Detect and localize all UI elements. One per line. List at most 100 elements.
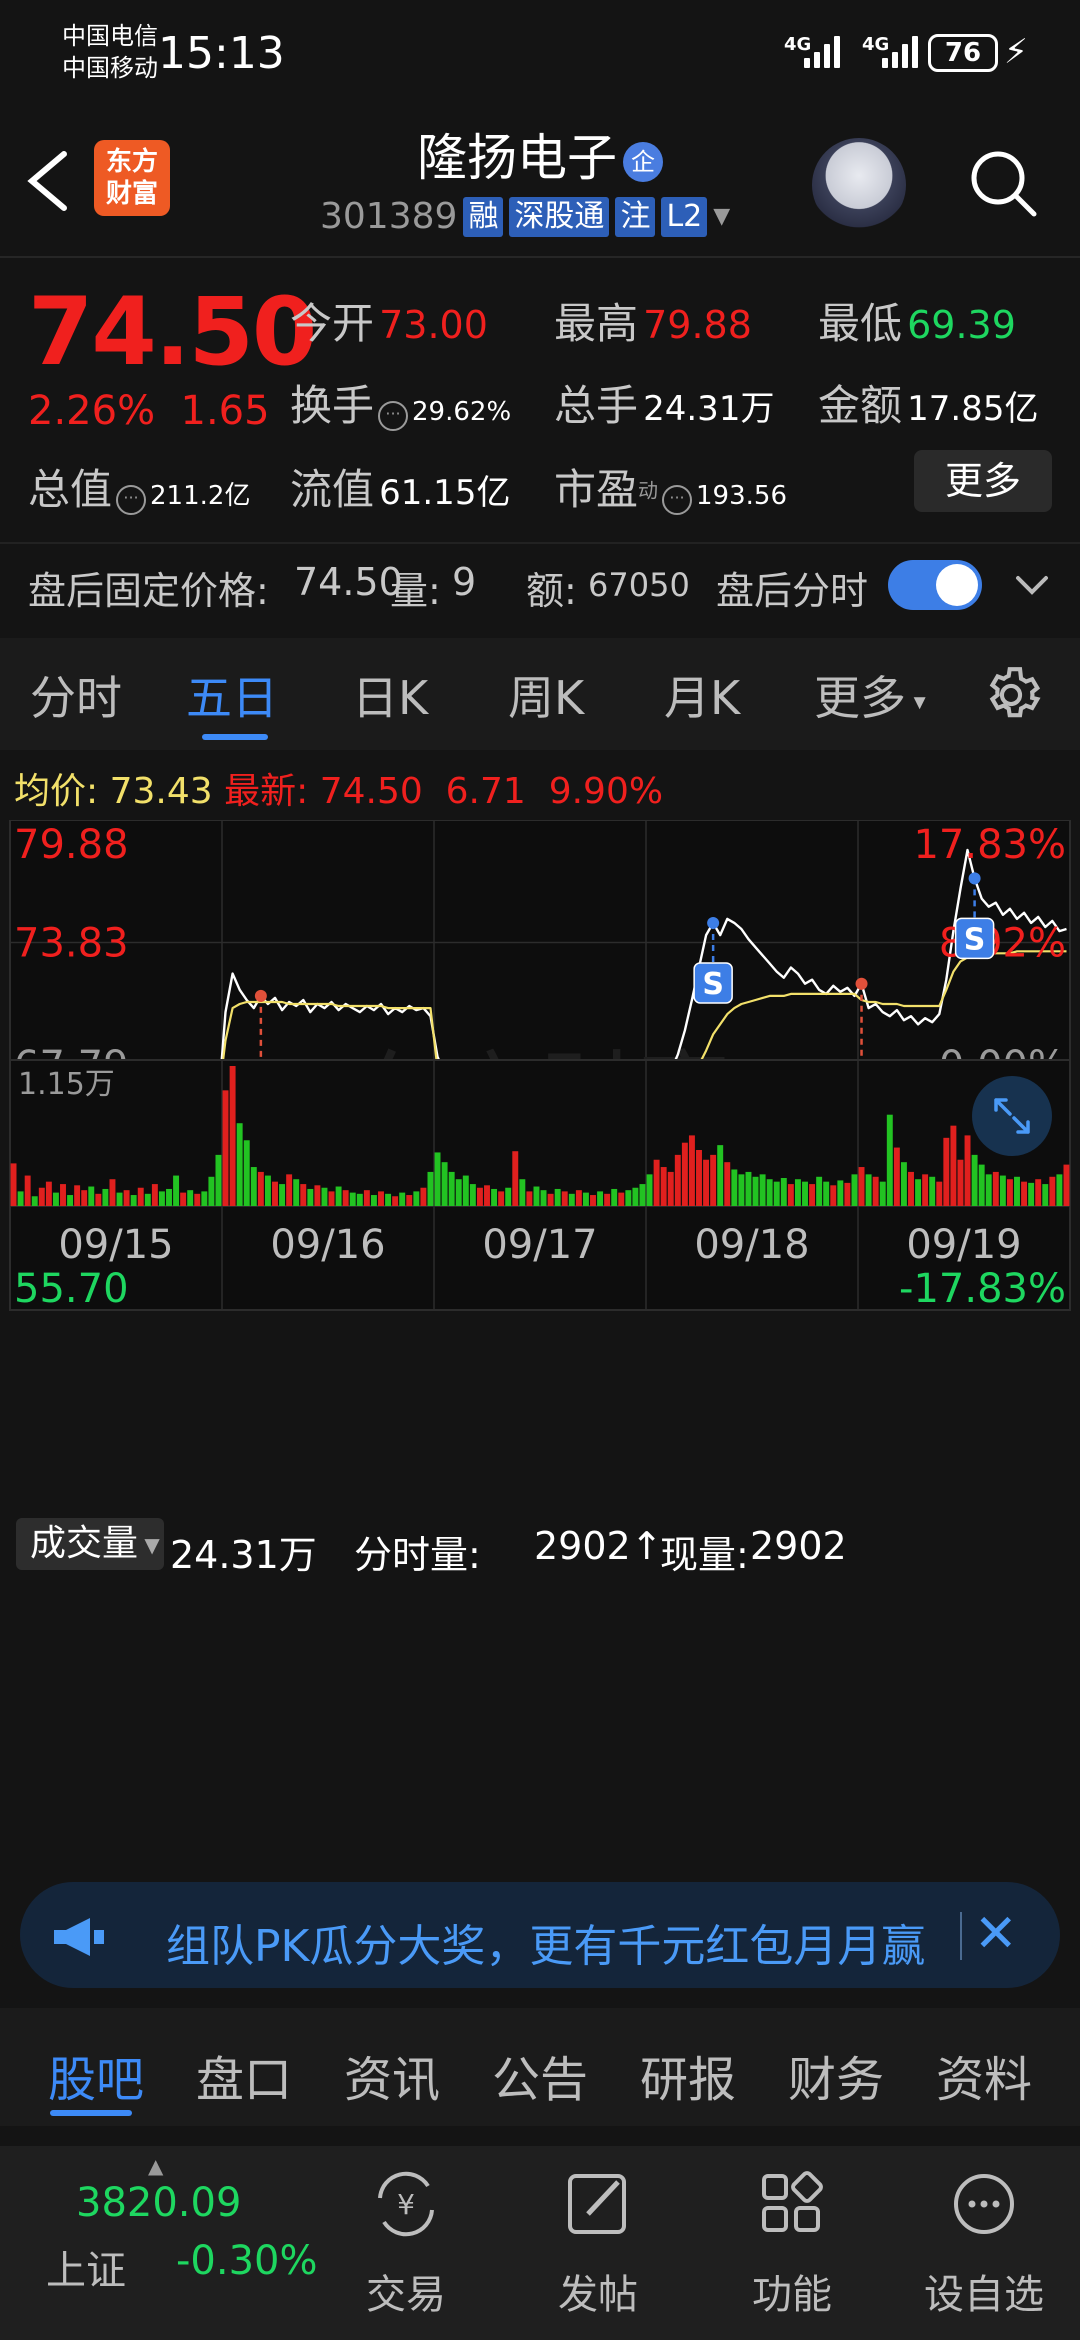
tab-intraday[interactable]: 分时 [30, 662, 122, 728]
after-hours-price: 74.50 [294, 560, 403, 604]
date-axis-label: 09/15 [58, 1222, 173, 1268]
volume-bar [448, 1171, 455, 1206]
volume-value: 24.31万 [643, 389, 775, 429]
tab-profile[interactable]: 资料 [936, 2040, 1032, 2110]
tick-volume-value: 2902↑ [534, 1524, 663, 1568]
high-value: 79.88 [643, 303, 752, 347]
volume-bar [703, 1159, 710, 1206]
promo-banner-text[interactable]: 组队PK瓜分大奖，更有千元红包月月赢 [166, 1910, 946, 1974]
date-axis-label: 09/17 [482, 1222, 597, 1268]
info-icon[interactable]: ··· [378, 400, 409, 431]
back-icon[interactable] [24, 148, 70, 214]
percent-axis-label: -17.83% [899, 1266, 1066, 1312]
volume-dropdown-label: 成交量 [30, 1523, 139, 1564]
divider [0, 542, 1080, 544]
info-icon[interactable]: ··· [116, 484, 147, 515]
volume-bar [321, 1187, 328, 1206]
five-day-chart[interactable]: 东方财富79.8817.83%73.838.92%67.790.00%61.75… [0, 820, 1080, 1870]
volume-bar [484, 1185, 490, 1206]
volume-bar [858, 1167, 865, 1206]
volume-bar [392, 1196, 399, 1206]
stock-title: 隆扬电子企 [300, 118, 780, 190]
latest-label: 最新: [224, 771, 309, 812]
nav-post[interactable]: 发帖 [518, 2262, 678, 2320]
volume-bar [166, 1188, 172, 1206]
volume-bar [137, 1187, 144, 1206]
after-hours-qty: 9 [452, 560, 477, 604]
nav-watchlist[interactable]: 设自选 [904, 2262, 1064, 2320]
float-label: 流值 [290, 465, 375, 514]
pe-value: 193.56 [696, 481, 787, 511]
nav-trade[interactable]: 交易 [326, 2262, 486, 2320]
volume-bar [60, 1184, 66, 1206]
expand-button[interactable] [972, 1076, 1052, 1156]
volume-bar [540, 1190, 547, 1206]
volume-bar [187, 1190, 194, 1206]
price-axis-label: 73.83 [14, 921, 129, 967]
tab-five-day[interactable]: 五日 [186, 662, 278, 728]
avg-label: 均价: [14, 771, 99, 812]
volume-bar [194, 1193, 201, 1206]
volume-bar [575, 1190, 582, 1206]
high-field: 最高 79.88 [554, 290, 752, 351]
megaphone-icon [54, 1918, 104, 1956]
change-amount: 1.65 [180, 388, 270, 434]
tab-announcements[interactable]: 公告 [492, 2040, 588, 2110]
tab-research[interactable]: 研报 [640, 2040, 736, 2110]
trade-icon[interactable]: ¥ [366, 2164, 446, 2244]
tab-forum[interactable]: 股吧 [48, 2040, 144, 2110]
volume-bar [844, 1182, 851, 1206]
volume-bar [964, 1135, 971, 1206]
volume-bar [434, 1152, 441, 1206]
active-tab-indicator [50, 2110, 132, 2116]
tab-daily-k[interactable]: 日K [352, 662, 428, 728]
volume-bar [257, 1171, 264, 1206]
current-volume-value: 2902 [750, 1524, 847, 1568]
chart-info-row: 均价: 73.43 最新: 74.50 6.71 9.90% [14, 762, 663, 814]
caret-down-icon: ▼ [138, 1533, 160, 1557]
after-hours-toggle[interactable] [888, 560, 982, 610]
volume-bar [208, 1176, 215, 1206]
tick-volume-number: 2902 [534, 1524, 631, 1568]
volume-bar [568, 1193, 575, 1206]
date-axis-label: 09/18 [694, 1222, 809, 1268]
volume-bar [427, 1171, 434, 1206]
post-icon[interactable] [558, 2164, 638, 2244]
index-value[interactable]: 3820.09 [76, 2180, 241, 2226]
app-logo[interactable]: 东方 财富 [94, 140, 170, 216]
volume-bar [81, 1190, 88, 1206]
volume-bar [363, 1190, 370, 1206]
tab-news[interactable]: 资讯 [344, 2040, 440, 2110]
gear-icon[interactable] [980, 664, 1042, 726]
tab-orderbook[interactable]: 盘口 [196, 2040, 292, 2110]
assistant-avatar[interactable] [812, 138, 906, 232]
chevron-down-icon[interactable] [1012, 570, 1052, 600]
active-tab-indicator [202, 734, 268, 740]
stock-subline[interactable]: 301389 融 深股通 注 L2 ▼ [320, 196, 730, 237]
info-icon[interactable]: ··· [662, 484, 693, 515]
volume-bar [286, 1174, 293, 1206]
tab-more[interactable]: 更多 ▾ [814, 662, 926, 728]
stock-code: 301389 [320, 196, 458, 237]
tab-financials[interactable]: 财务 [788, 2040, 884, 2110]
volume-bar [151, 1184, 158, 1206]
volume-bar [950, 1125, 957, 1206]
volume-field: 总手 24.31万 [554, 372, 774, 433]
tab-weekly-k[interactable]: 周K [508, 662, 584, 728]
close-icon[interactable]: ✕ [974, 1904, 1018, 1964]
logo-text-1: 东方 [105, 147, 158, 177]
grid-icon[interactable] [752, 2164, 832, 2244]
volume-bar [724, 1162, 731, 1206]
more-button[interactable]: 更多 [914, 450, 1052, 512]
search-icon[interactable] [966, 146, 1040, 220]
nav-functions[interactable]: 功能 [712, 2262, 872, 2320]
volume-bar [279, 1184, 286, 1206]
volume-bar [759, 1174, 766, 1206]
volume-bar [526, 1191, 533, 1206]
pe-label: 市盈 [554, 465, 639, 514]
volume-bar [653, 1159, 660, 1206]
add-watchlist-icon[interactable] [944, 2164, 1024, 2244]
tab-monthly-k[interactable]: 月K [664, 662, 740, 728]
volume-bar [696, 1150, 702, 1206]
volume-dropdown[interactable]: 成交量 ▼ [16, 1518, 164, 1570]
